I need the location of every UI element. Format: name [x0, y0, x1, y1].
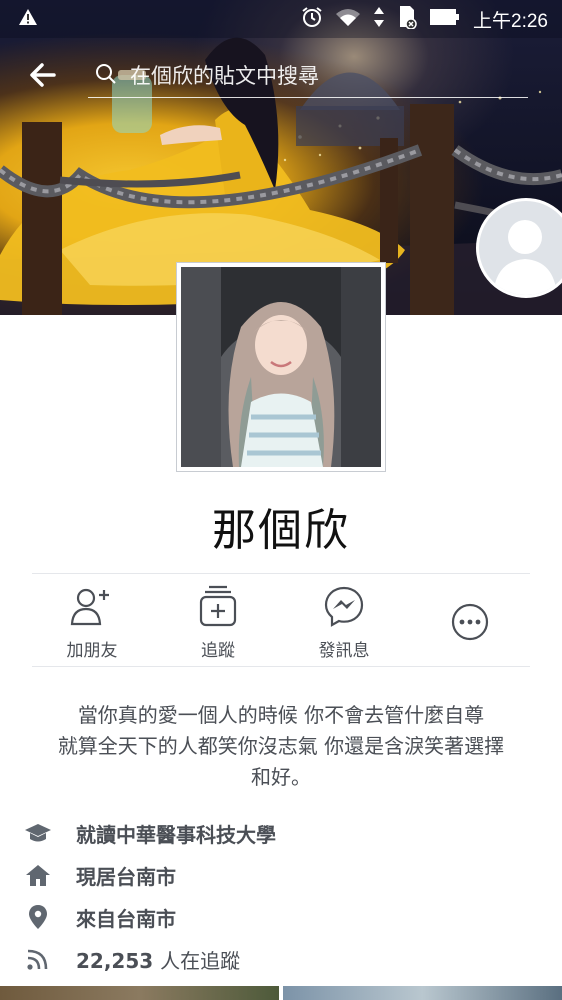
- back-arrow-icon: [30, 63, 56, 87]
- add-friend-icon: [70, 584, 114, 628]
- graduation-cap-icon: [24, 819, 52, 847]
- add-friend-button[interactable]: 加朋友: [32, 578, 152, 666]
- followers-text: 22,253 人在追蹤: [76, 945, 240, 974]
- default-avatar-icon: [493, 220, 557, 295]
- intro-list: 就讀中華醫事科技大學 現居台南市 來自台南市 22,253 人在追蹤: [24, 812, 544, 980]
- follow-label: 追蹤: [201, 641, 235, 661]
- divider-bottom: [32, 666, 530, 667]
- bio-line: 就算全天下的人都笑你沒志氣 你還是含淚笑著選擇: [57, 734, 505, 758]
- location-pin-icon: [24, 903, 52, 931]
- profile-picture[interactable]: [176, 262, 386, 472]
- profile-name: 那個欣: [212, 505, 350, 556]
- back-button[interactable]: [26, 58, 60, 92]
- status-time: 上午2:26: [473, 10, 548, 32]
- warning-icon: [18, 8, 38, 30]
- lives-in-text: 現居台南市: [76, 864, 176, 889]
- profile-photo-image: [181, 267, 381, 467]
- status-bar: 上午2:26: [0, 0, 562, 38]
- divider-top: [32, 573, 530, 574]
- education-row[interactable]: 就讀中華醫事科技大學: [24, 812, 544, 854]
- followers-suffix: 人在追蹤: [160, 948, 241, 973]
- messenger-icon: [322, 584, 366, 628]
- rss-followers-icon: [24, 945, 52, 973]
- data-arrows-icon: [373, 6, 385, 32]
- photos-strip: [0, 986, 562, 1000]
- photo-thumbnail[interactable]: [0, 986, 279, 1000]
- lives-in-row[interactable]: 現居台南市: [24, 854, 544, 896]
- follow-button[interactable]: 追蹤: [158, 578, 278, 666]
- more-icon: [448, 600, 492, 644]
- sd-card-icon: [397, 5, 417, 33]
- message-label: 發訊息: [318, 641, 370, 661]
- education-text: 就讀中華醫事科技大學: [76, 822, 276, 847]
- followers-count: 22,253: [76, 948, 154, 973]
- home-icon: [24, 861, 52, 889]
- from-text: 來自台南市: [76, 906, 176, 931]
- followers-row[interactable]: 22,253 人在追蹤: [24, 938, 544, 980]
- search-input[interactable]: [128, 62, 512, 89]
- photo-thumbnail[interactable]: [283, 986, 562, 1000]
- follow-icon: [196, 584, 240, 628]
- message-button[interactable]: 發訊息: [284, 578, 404, 666]
- wifi-icon: [335, 7, 361, 31]
- battery-icon: [429, 7, 461, 31]
- more-button[interactable]: [410, 578, 530, 666]
- top-bar: [0, 50, 562, 100]
- search-bar[interactable]: [88, 54, 528, 98]
- search-icon: [94, 62, 118, 90]
- bio-line: 和好。: [251, 765, 311, 789]
- bio-text: 當你真的愛一個人的時候 你不會去管什麼自尊 就算全天下的人都笑你沒志氣 你還是含…: [20, 700, 542, 793]
- from-row[interactable]: 來自台南市: [24, 896, 544, 938]
- alarm-icon: [301, 6, 323, 32]
- profile-actions: 加朋友 追蹤 發訊息: [32, 578, 530, 666]
- add-friend-label: 加朋友: [66, 641, 118, 661]
- bio-line: 當你真的愛一個人的時候 你不會去管什麼自尊: [77, 703, 485, 727]
